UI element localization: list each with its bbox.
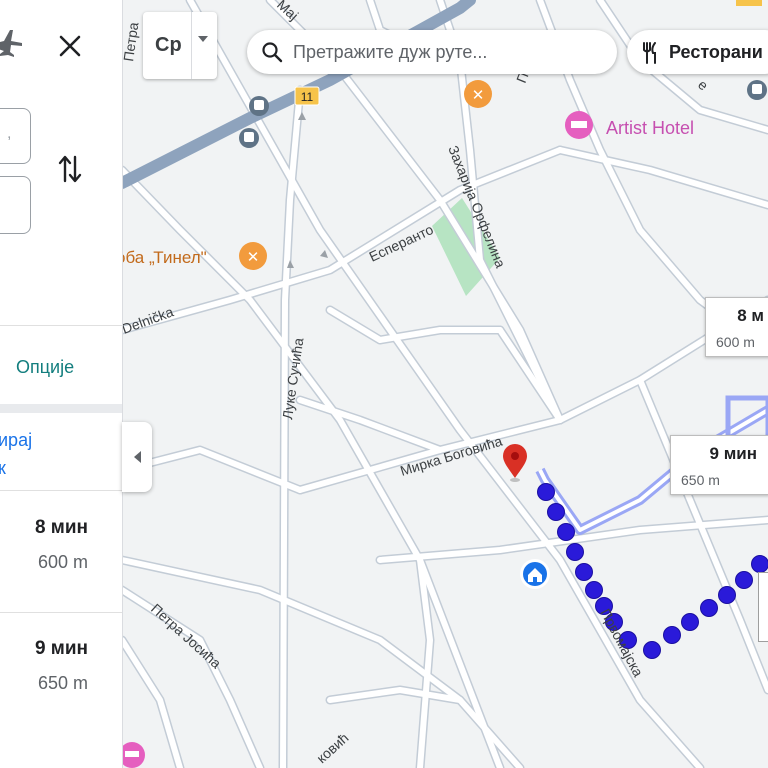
origin-input[interactable]: ,: [0, 108, 31, 164]
directions-panel: , Опције ирај к 8 мин 600 m 9 мин 650 m: [0, 0, 123, 768]
restaurants-chip-label: Ресторани: [669, 42, 763, 62]
chevron-down-icon[interactable]: [198, 36, 208, 42]
restaurant-tinel-marker[interactable]: ✕: [239, 242, 267, 270]
route-dot: [537, 483, 555, 501]
route-number-badge-top: [736, 0, 762, 6]
route-dot: [681, 613, 699, 631]
route-mode-link[interactable]: ирај: [0, 430, 32, 451]
route-dot: [735, 571, 753, 589]
search-icon: [262, 42, 283, 63]
route-dot: [557, 523, 575, 541]
route-dot: [575, 563, 593, 581]
callout-distance: 600 m: [716, 334, 755, 350]
route-dot: [566, 543, 584, 561]
bus-stop-icon[interactable]: [747, 80, 767, 100]
layers-button[interactable]: Ср: [143, 12, 217, 79]
search-input[interactable]: Претражите дуж руте...: [293, 42, 487, 63]
hotel-marker[interactable]: [565, 111, 593, 139]
route-dot: [700, 599, 718, 617]
route-option-1[interactable]: 8 мин 600 m: [0, 491, 122, 611]
layers-label: Ср: [155, 34, 182, 56]
route-dot: [547, 503, 565, 521]
swap-icon[interactable]: [58, 154, 82, 184]
destination-input[interactable]: [0, 176, 31, 234]
route-number-badge: 11: [294, 86, 320, 106]
callout-distance: 650 m: [681, 472, 720, 488]
route-mode-link-2[interactable]: к: [0, 458, 6, 479]
callout-time: 9 мин: [709, 444, 757, 463]
callout-time: 8 м: [737, 306, 764, 325]
section-separator: [0, 404, 122, 413]
route-dot: [585, 581, 603, 599]
origin-input-fragment: ,: [7, 125, 12, 142]
route-time: 9 мин: [34, 638, 88, 659]
route-time: 8 мин: [34, 517, 88, 538]
svg-text:11: 11: [301, 90, 314, 104]
route-dot: [663, 626, 681, 644]
fork-knife-icon: [643, 42, 656, 64]
airplane-icon[interactable]: [0, 26, 24, 60]
chevron-left-icon: [133, 451, 141, 463]
svg-text:✕: ✕: [247, 248, 260, 266]
layers-divider: [191, 12, 192, 79]
route-search-bar[interactable]: Претражите дуж руте...: [247, 30, 617, 74]
route-dot: [751, 555, 768, 573]
home-marker[interactable]: [520, 559, 550, 589]
route-dot: [718, 586, 736, 604]
map-pointer-shape: [758, 572, 768, 642]
route-distance: 650 m: [37, 673, 88, 693]
options-button[interactable]: Опције: [16, 357, 74, 378]
restaurant-marker[interactable]: ✕: [464, 80, 492, 108]
route-callout-2[interactable]: 9 мин 650 m: [670, 435, 768, 495]
route-distance: 600 m: [37, 552, 88, 572]
restaurants-chip[interactable]: Ресторани: [627, 30, 768, 74]
route-option-2[interactable]: 9 мин 650 m: [0, 613, 122, 733]
route-dot: [643, 641, 661, 659]
restaurant-label[interactable]: оба „Тинел": [116, 248, 207, 267]
svg-text:✕: ✕: [472, 86, 485, 104]
collapse-panel-button[interactable]: [122, 422, 152, 492]
bus-stop-icon[interactable]: [249, 96, 269, 116]
panel-divider: [0, 325, 122, 326]
bus-stop-icon[interactable]: [239, 128, 259, 148]
hotel-label[interactable]: Artist Hotel: [606, 118, 694, 138]
close-icon[interactable]: [58, 34, 82, 58]
route-callout-1[interactable]: 8 м 600 m: [705, 297, 768, 357]
